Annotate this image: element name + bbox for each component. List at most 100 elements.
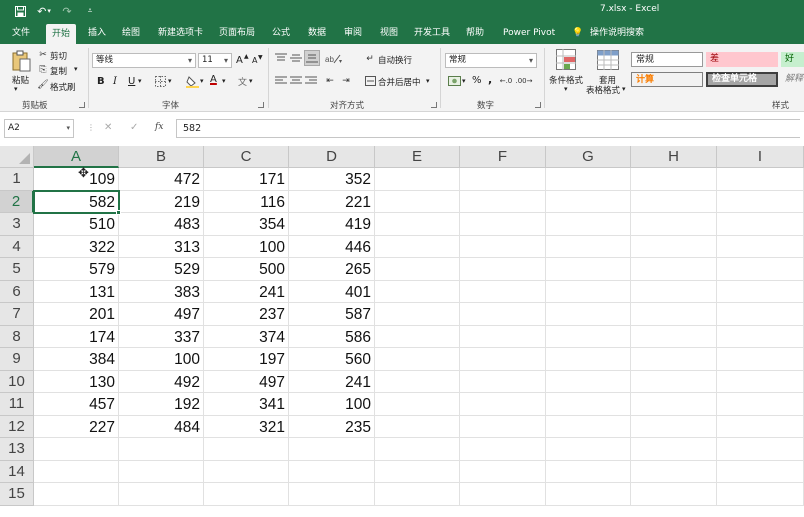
cell-e11[interactable] (375, 393, 460, 416)
cell-e15[interactable] (375, 483, 460, 506)
insert-function-icon[interactable]: fx (155, 122, 163, 132)
style-good[interactable]: 好 (781, 52, 804, 67)
format-as-table-dropdown-icon[interactable]: ▾ (622, 85, 626, 93)
cell-e2[interactable] (375, 190, 460, 213)
tab-home[interactable]: 开始 (46, 24, 77, 44)
accounting-format-icon[interactable] (447, 75, 461, 87)
cell-f13[interactable] (460, 438, 546, 461)
cell-e12[interactable] (375, 415, 460, 438)
cell-d12[interactable]: 235 (289, 415, 375, 438)
font-launcher-icon[interactable] (258, 102, 264, 108)
cell-b10[interactable]: 492 (119, 370, 204, 393)
phonetic-icon[interactable]: 文 (238, 75, 247, 88)
cell-e10[interactable] (375, 370, 460, 393)
cell-i5[interactable] (717, 258, 804, 281)
cell-c13[interactable] (204, 438, 289, 461)
borders-icon[interactable] (154, 75, 166, 87)
cell-h4[interactable] (631, 235, 717, 258)
cell-a7[interactable]: 201 (34, 303, 119, 326)
cell-f14[interactable] (460, 460, 546, 483)
cell-d7[interactable]: 587 (289, 303, 375, 326)
format-as-table-icon[interactable] (597, 49, 619, 71)
cell-c9[interactable]: 197 (204, 348, 289, 371)
cell-h2[interactable] (631, 190, 717, 213)
cell-i12[interactable] (717, 415, 804, 438)
cell-b8[interactable]: 337 (119, 325, 204, 348)
row-header-4[interactable]: 4 (0, 235, 34, 258)
tab-new-tab[interactable]: 新建选项卡 (152, 22, 209, 44)
cancel-icon[interactable]: ✕ (104, 122, 112, 133)
merge-dropdown-icon[interactable]: ▾ (426, 77, 430, 85)
tab-help[interactable]: 帮助 (460, 22, 490, 44)
style-check-cell[interactable]: 检查单元格 (706, 72, 778, 87)
cell-f9[interactable] (460, 348, 546, 371)
clipboard-launcher-icon[interactable] (79, 102, 85, 108)
cell-e14[interactable] (375, 460, 460, 483)
italic-button[interactable]: I (113, 76, 117, 87)
style-normal[interactable]: 常规 (631, 52, 703, 67)
cell-f7[interactable] (460, 303, 546, 326)
align-left-icon[interactable] (274, 75, 288, 87)
cell-g11[interactable] (546, 393, 631, 416)
copy-icon[interactable]: ⎘ (38, 65, 48, 75)
cell-f3[interactable] (460, 213, 546, 236)
cell-f15[interactable] (460, 483, 546, 506)
cell-e5[interactable] (375, 258, 460, 281)
align-right-icon[interactable] (304, 75, 318, 87)
row-header-1[interactable]: 1 (0, 168, 34, 191)
cell-g3[interactable] (546, 213, 631, 236)
tab-developer[interactable]: 开发工具 (408, 22, 456, 44)
number-launcher-icon[interactable] (535, 102, 541, 108)
bold-button[interactable]: B (97, 76, 105, 87)
cell-f10[interactable] (460, 370, 546, 393)
cell-b11[interactable]: 192 (119, 393, 204, 416)
column-header-e[interactable]: E (375, 146, 460, 168)
cell-f5[interactable] (460, 258, 546, 281)
cell-a5[interactable]: 579 (34, 258, 119, 281)
cell-g15[interactable] (546, 483, 631, 506)
format-as-table-line2[interactable]: 表格格式 (586, 84, 620, 96)
formula-input[interactable]: 582 (176, 119, 800, 138)
cell-f1[interactable] (460, 168, 546, 191)
tab-data[interactable]: 数据 (302, 22, 332, 44)
tab-power-pivot[interactable]: Power Pivot (497, 22, 561, 44)
cell-a9[interactable]: 384 (34, 348, 119, 371)
cell-e4[interactable] (375, 235, 460, 258)
cell-i1[interactable] (717, 168, 804, 191)
merge-center-button[interactable]: 合并后居中 (378, 76, 421, 88)
tab-insert[interactable]: 插入 (82, 22, 112, 44)
cell-g6[interactable] (546, 280, 631, 303)
cell-e7[interactable] (375, 303, 460, 326)
cell-d14[interactable] (289, 460, 375, 483)
cell-d13[interactable] (289, 438, 375, 461)
cell-b9[interactable]: 100 (119, 348, 204, 371)
decrease-indent-icon[interactable]: ⇤ (324, 75, 336, 87)
cell-a13[interactable] (34, 438, 119, 461)
accounting-dropdown-icon[interactable]: ▾ (462, 77, 466, 85)
cell-b12[interactable]: 484 (119, 415, 204, 438)
cell-a1[interactable]: 109 (34, 168, 119, 191)
cell-h7[interactable] (631, 303, 717, 326)
tab-file[interactable]: 文件 (6, 22, 36, 44)
cell-d6[interactable]: 401 (289, 280, 375, 303)
alignment-launcher-icon[interactable] (431, 102, 437, 108)
merge-center-icon[interactable] (364, 75, 376, 87)
cell-f6[interactable] (460, 280, 546, 303)
cell-e9[interactable] (375, 348, 460, 371)
align-middle-icon[interactable] (289, 52, 303, 64)
cell-g7[interactable] (546, 303, 631, 326)
cell-a6[interactable]: 131 (34, 280, 119, 303)
conditional-dropdown-icon[interactable]: ▾ (564, 85, 568, 93)
cell-i11[interactable] (717, 393, 804, 416)
undo-icon[interactable]: ↶ ▾ (34, 3, 54, 19)
wrap-text-icon[interactable]: ↵ (364, 53, 376, 65)
row-header-14[interactable]: 14 (0, 460, 34, 483)
style-bad[interactable]: 差 (706, 52, 778, 67)
cell-h11[interactable] (631, 393, 717, 416)
percent-button[interactable]: % (472, 75, 482, 86)
conditional-formatting-icon[interactable] (556, 49, 576, 71)
column-header-a[interactable]: A (34, 146, 119, 168)
cell-d1[interactable]: 352 (289, 168, 375, 191)
increase-indent-icon[interactable]: ⇥ (340, 75, 352, 87)
cell-i13[interactable] (717, 438, 804, 461)
